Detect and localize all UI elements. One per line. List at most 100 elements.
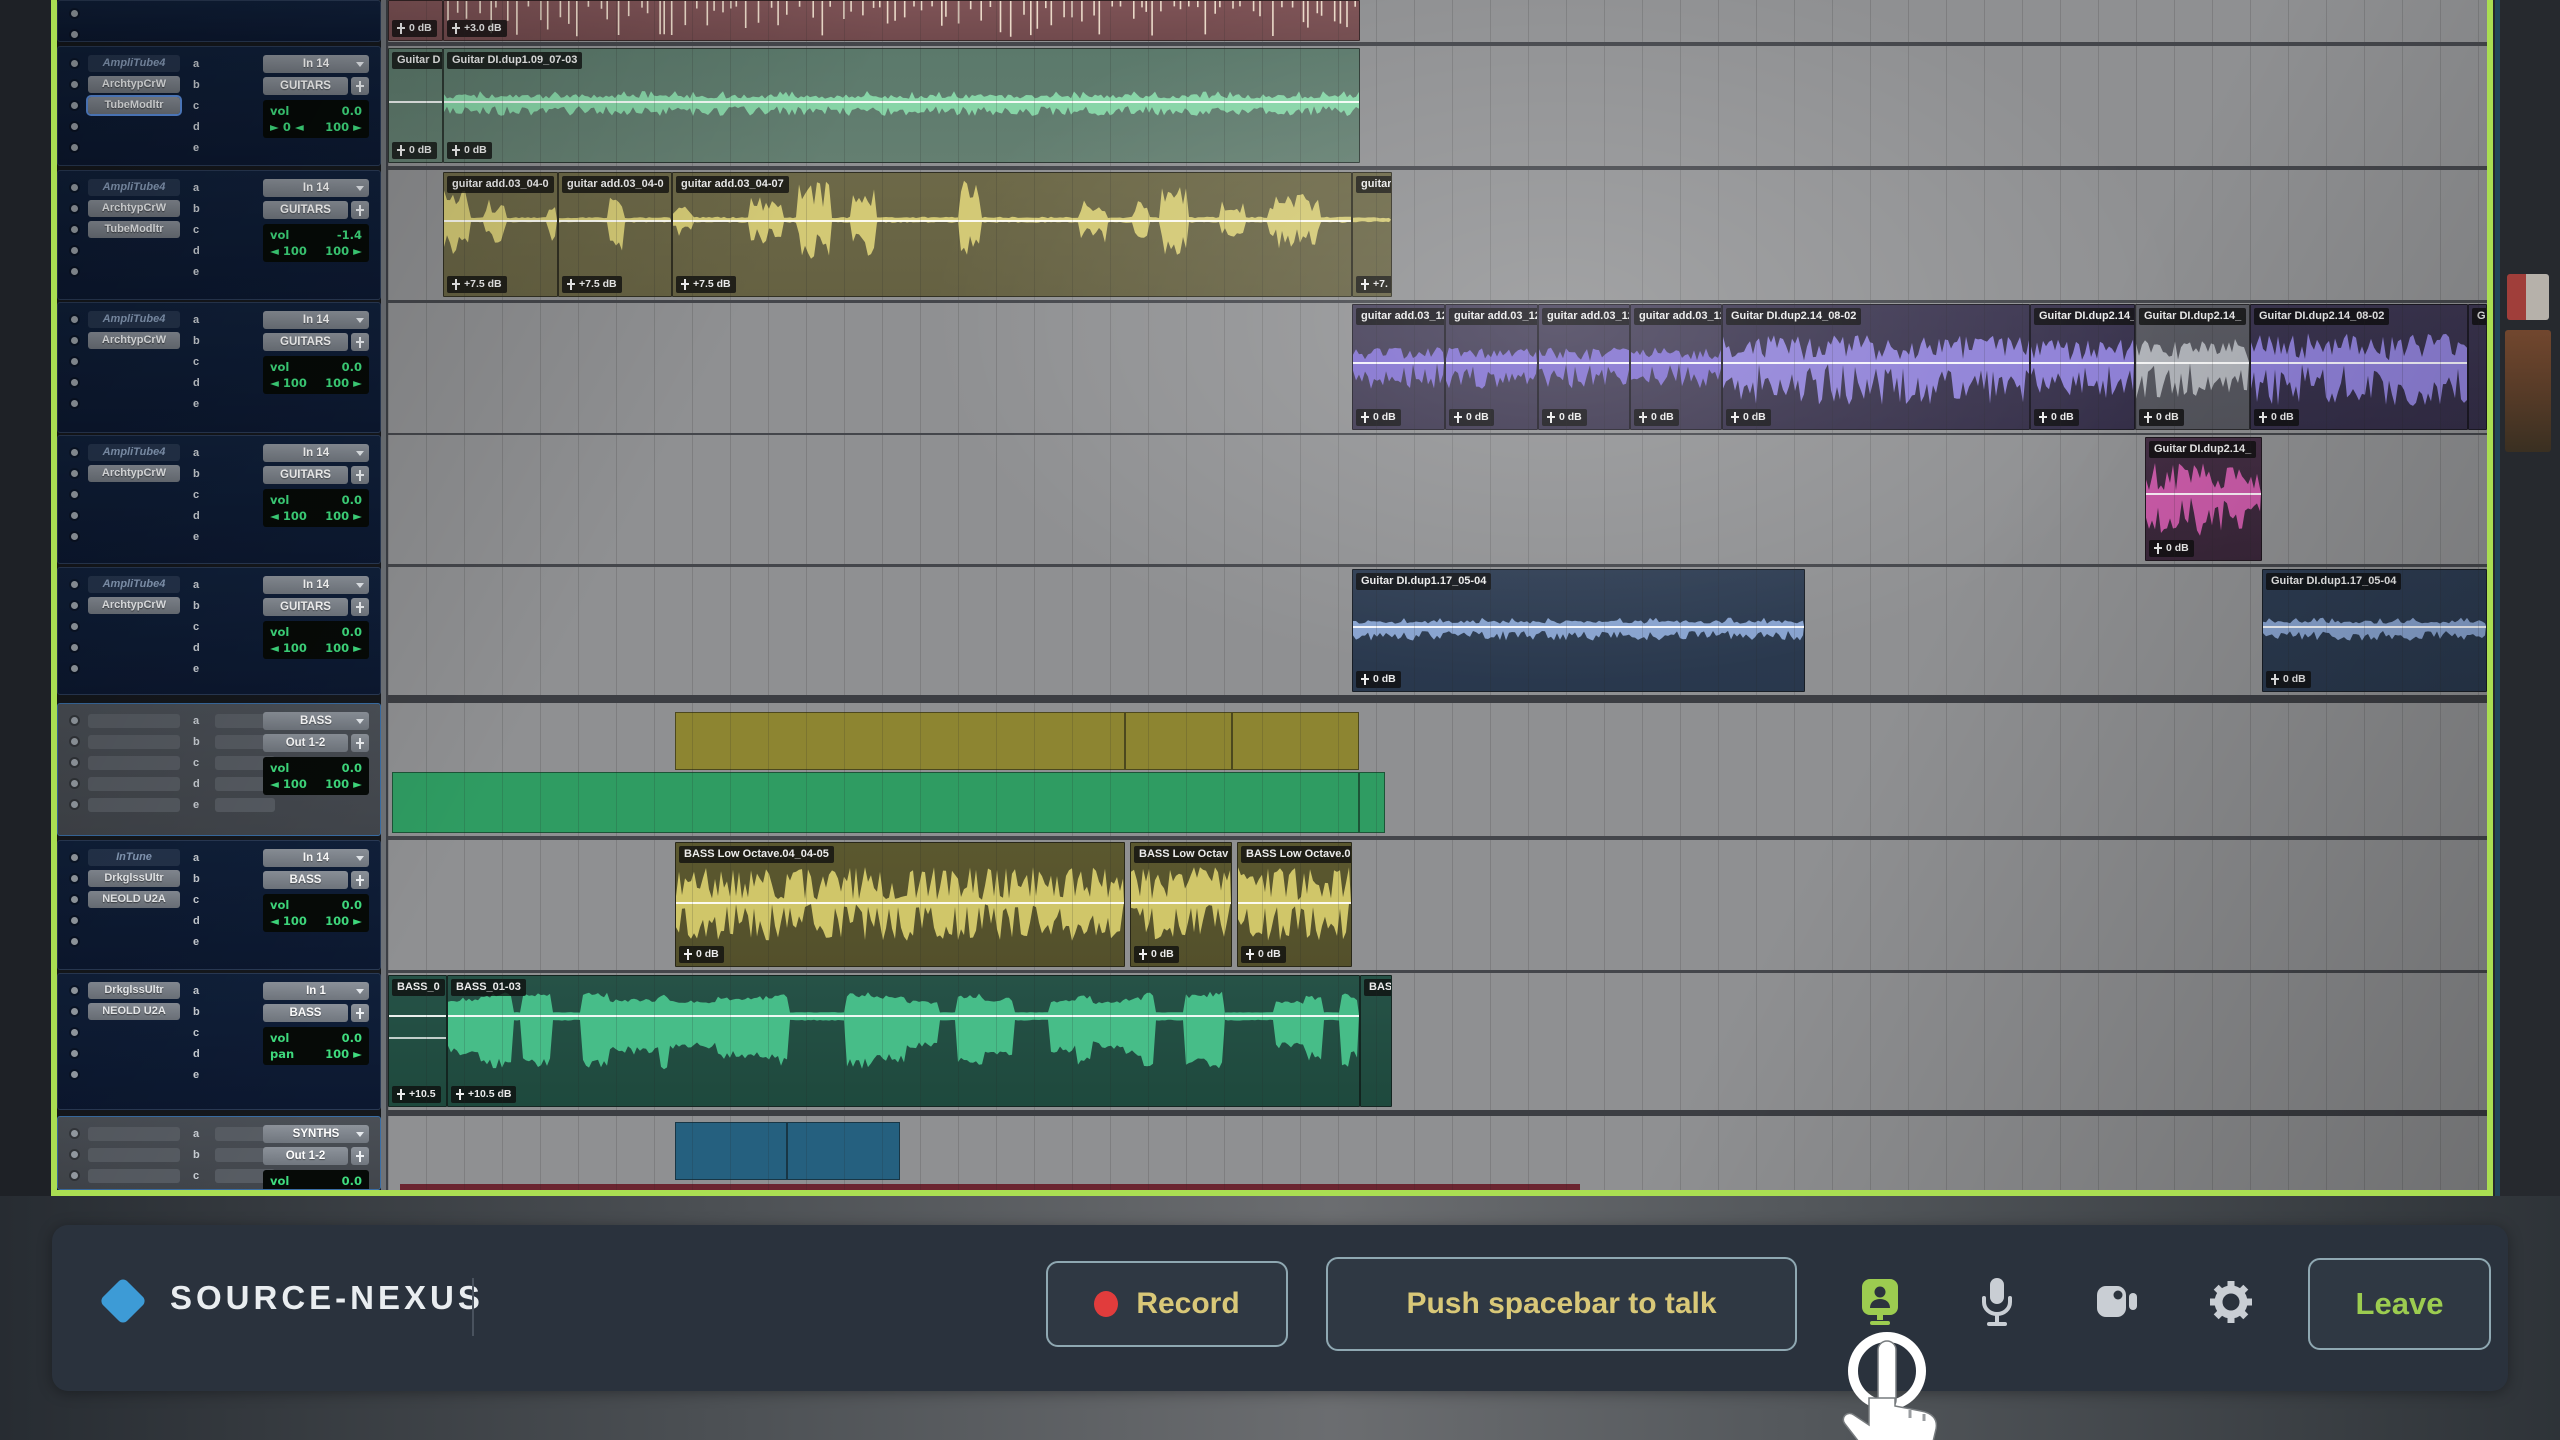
track-header-bass-group[interactable]: a b c d e BASS Out 1-2 vol0.0 ◄ 100100 ►	[57, 703, 381, 836]
audio-clip[interactable]: guitar add.03_12-0 0 dB	[1352, 304, 1445, 430]
insert-dot[interactable]	[71, 602, 78, 609]
insert-dot[interactable]	[71, 854, 78, 861]
output-selector[interactable]: BASS	[263, 871, 348, 889]
insert-dot[interactable]	[71, 144, 78, 151]
folder-clip-block[interactable]	[1359, 772, 1385, 833]
insert-dot[interactable]	[71, 379, 78, 386]
insert-dot[interactable]	[71, 1029, 78, 1036]
input-selector[interactable]: In 14	[263, 444, 369, 462]
insert-dot[interactable]	[71, 987, 78, 994]
audio-clip[interactable]: guitar add.03_12-0 0 dB	[1445, 304, 1538, 430]
volume-pan-display[interactable]: vol0.0 ◄ 100100 ►	[263, 356, 369, 394]
empty-slot[interactable]	[88, 1169, 180, 1183]
leave-button[interactable]: Leave	[2308, 1258, 2491, 1350]
input-selector[interactable]: In 14	[263, 55, 369, 73]
output-selector[interactable]: BASS	[263, 1004, 348, 1022]
insert-slot[interactable]: AmpliTube4	[88, 179, 180, 196]
output-selector[interactable]: Out 1-2	[263, 1147, 348, 1165]
insert-dot[interactable]	[71, 875, 78, 882]
audio-clip[interactable]: BASS Low Octave.04_04-05 0 dB	[675, 842, 1125, 967]
folder-clip-block[interactable]	[675, 1122, 787, 1180]
output-selector[interactable]: GUITARS	[263, 598, 348, 616]
input-selector[interactable]: In 14	[263, 576, 369, 594]
input-selector[interactable]: In 14	[263, 311, 369, 329]
audio-clip[interactable]: Guitar DI.dup2.14_08-02 0 dB	[2250, 304, 2468, 430]
output-selector[interactable]: GUITARS	[263, 201, 348, 219]
insert-dot[interactable]	[71, 400, 78, 407]
insert-dot[interactable]	[71, 226, 78, 233]
insert-dot[interactable]	[71, 60, 78, 67]
fader-mini-button[interactable]	[351, 1004, 369, 1022]
insert-dot[interactable]	[71, 81, 78, 88]
audio-clip[interactable]: Guitar DI.dup1.17_05-04 0 dB	[1352, 569, 1805, 692]
audio-clip[interactable]: Guitar DI.dup1.09_07-03 0 dB	[443, 48, 1360, 163]
fader-mini-button[interactable]	[351, 466, 369, 484]
audio-clip[interactable]: BASS Low Octav 0 dB	[1130, 842, 1232, 967]
empty-slot[interactable]	[215, 798, 275, 812]
audio-clip[interactable]: BASS Low Octave.0 0 dB	[1237, 842, 1352, 967]
audio-clip[interactable]: guitar +7.	[1352, 172, 1392, 297]
insert-dot[interactable]	[71, 917, 78, 924]
insert-dot[interactable]	[71, 623, 78, 630]
empty-slot[interactable]	[88, 1127, 180, 1141]
insert-dot[interactable]	[71, 1050, 78, 1057]
insert-dot[interactable]	[71, 644, 78, 651]
audio-clip[interactable]: BAS	[1360, 975, 1392, 1107]
insert-dot[interactable]	[71, 247, 78, 254]
folder-clip-block[interactable]	[1125, 712, 1232, 770]
output-selector[interactable]: GUITARS	[263, 466, 348, 484]
insert-slot[interactable]: ArchtypCrW	[88, 597, 180, 614]
volume-pan-display[interactable]: vol0.0	[263, 1170, 369, 1190]
audio-clip[interactable]: 0 dB	[388, 0, 443, 41]
empty-slot[interactable]	[88, 777, 180, 791]
fader-mini-button[interactable]	[351, 871, 369, 889]
insert-slot[interactable]: AmpliTube4	[88, 311, 180, 328]
group-selector[interactable]: SYNTHS	[263, 1125, 369, 1143]
insert-dot[interactable]	[71, 31, 78, 38]
insert-dot[interactable]	[71, 938, 78, 945]
audio-clip-offline[interactable]: Guitar DI.dup2.14_ 0 dB	[2135, 304, 2250, 430]
track-header-guitar-2[interactable]: AmpliTube4a ArchtypCrWb TubeModltrc d e …	[57, 170, 381, 300]
push-to-talk-button[interactable]: Push spacebar to talk	[1326, 1257, 1797, 1351]
volume-pan-display[interactable]: vol0.0 pan100 ►	[263, 1027, 369, 1065]
track-header-partial[interactable]	[57, 0, 381, 42]
track-header-synths-group[interactable]: a b c SYNTHS Out 1-2 vol0.0	[57, 1116, 381, 1190]
microphone-button[interactable]	[1971, 1274, 2023, 1330]
fader-mini-button[interactable]	[351, 1147, 369, 1165]
screen-share-button[interactable]	[1854, 1274, 1906, 1330]
folder-clip-block[interactable]	[787, 1122, 900, 1180]
track-header-guitar-1[interactable]: AmpliTube4a ArchtypCrWb TubeModltrc d e …	[57, 46, 381, 166]
audio-clip[interactable]: Guitar DI.dup2.14_ 0 dB	[2145, 437, 2262, 561]
insert-dot[interactable]	[71, 759, 78, 766]
insert-slot[interactable]: AmpliTube4	[88, 576, 180, 593]
insert-dot[interactable]	[71, 581, 78, 588]
insert-dot[interactable]	[71, 358, 78, 365]
track-header-bass-2[interactable]: DrkglssUltra NEOLD U2Ab c d e In 1 BASS …	[57, 973, 381, 1110]
insert-slot[interactable]: ArchtypCrW	[88, 200, 180, 217]
insert-dot[interactable]	[71, 123, 78, 130]
audio-clip[interactable]: BASS_0 +10.5	[388, 975, 447, 1107]
insert-dot[interactable]	[71, 717, 78, 724]
folder-clip-block[interactable]	[1232, 712, 1359, 770]
empty-slot[interactable]	[88, 798, 180, 812]
volume-pan-display[interactable]: vol-1.4 ◄ 100100 ►	[263, 224, 369, 262]
insert-slot[interactable]: DrkglssUltr	[88, 870, 180, 887]
output-selector[interactable]: GUITARS	[263, 77, 348, 95]
fader-mini-button[interactable]	[351, 333, 369, 351]
camera-button[interactable]	[2091, 1274, 2143, 1330]
insert-dot[interactable]	[71, 896, 78, 903]
volume-pan-display[interactable]: vol0.0 ◄ 100100 ►	[263, 621, 369, 659]
audio-clip[interactable]: Guitar DI.dup1.17_05-04 0 dB	[2262, 569, 2487, 692]
insert-slot[interactable]: AmpliTube4	[88, 55, 180, 72]
insert-slot[interactable]: NEOLD U2A	[88, 891, 180, 908]
insert-dot[interactable]	[71, 449, 78, 456]
insert-dot[interactable]	[71, 205, 78, 212]
insert-slot[interactable]: NEOLD U2A	[88, 1003, 180, 1020]
insert-dot[interactable]	[71, 533, 78, 540]
empty-slot[interactable]	[88, 1148, 180, 1162]
insert-dot[interactable]	[71, 801, 78, 808]
insert-dot[interactable]	[71, 738, 78, 745]
audio-clip[interactable]: G	[2468, 304, 2487, 430]
settings-button[interactable]	[2205, 1274, 2257, 1330]
insert-dot[interactable]	[71, 1008, 78, 1015]
